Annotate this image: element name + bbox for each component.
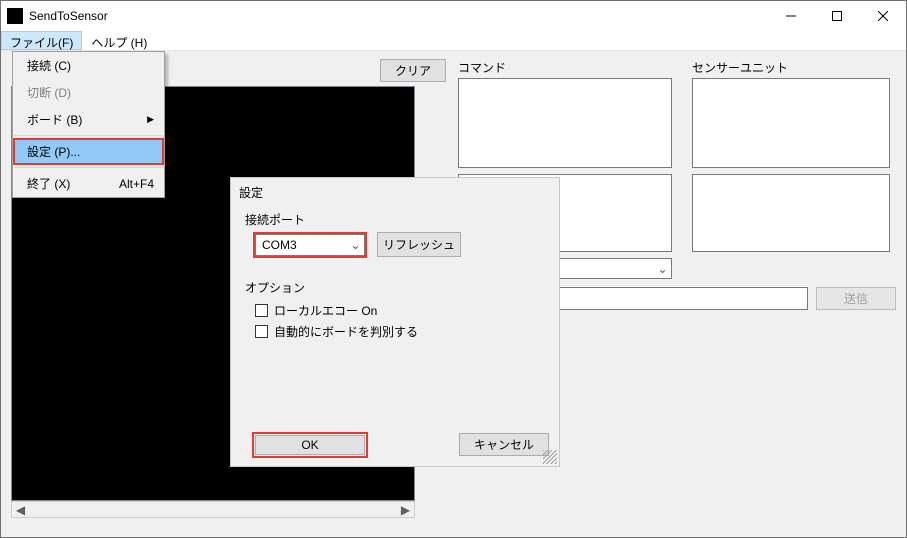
cancel-button[interactable]: キャンセル [459, 433, 549, 456]
close-button[interactable] [860, 1, 906, 31]
checkbox-icon [255, 325, 268, 338]
checkbox-auto-detect[interactable]: 自動的にボードを判別する [255, 323, 559, 340]
dialog-title: 設定 [231, 178, 559, 211]
checkbox-local-echo[interactable]: ローカルエコー On [255, 302, 559, 319]
minimize-button[interactable] [768, 1, 814, 31]
titlebar: SendToSensor [1, 1, 906, 31]
port-combo[interactable]: COM3 ⌄ [255, 234, 365, 256]
chevron-down-icon: ⌄ [654, 259, 671, 278]
settings-dialog: 設定 接続ポート COM3 ⌄ リフレッシュ オプション ローカルエコー On … [230, 177, 560, 467]
command-list[interactable] [458, 78, 672, 168]
menu-separator [14, 135, 163, 136]
submenu-arrow-icon: ▶ [147, 114, 154, 125]
menu-file[interactable]: ファイル(F) [1, 31, 82, 50]
sensor-detail[interactable] [692, 174, 890, 252]
resize-grip-icon[interactable] [543, 450, 557, 464]
close-icon [878, 11, 888, 21]
menu-item-disconnect[interactable]: 切断 (D) [13, 79, 164, 106]
send-button[interactable]: 送信 [816, 287, 896, 310]
maximize-button[interactable] [814, 1, 860, 31]
scroll-left-icon[interactable]: ◀ [12, 502, 29, 517]
port-value: COM3 [256, 238, 347, 252]
app-icon [7, 8, 23, 24]
refresh-button[interactable]: リフレッシュ [377, 232, 461, 257]
window-title: SendToSensor [29, 9, 768, 23]
sensor-label: センサーユニット [692, 59, 890, 76]
port-group-label: 接続ポート [245, 211, 559, 228]
maximize-icon [832, 11, 842, 21]
sensor-list[interactable] [692, 78, 890, 168]
file-menu-popup: 接続 (C) 切断 (D) ボード (B) ▶ 設定 (P)... 終了 (X)… [12, 51, 165, 198]
menu-separator [14, 167, 163, 168]
minimize-icon [786, 11, 796, 21]
ok-button[interactable]: OK [255, 435, 365, 455]
menu-item-settings[interactable]: 設定 (P)... [13, 138, 164, 165]
command-label: コマンド [458, 59, 672, 76]
checkbox-icon [255, 304, 268, 317]
app-window: SendToSensor ファイル(F) ヘルプ (H) クリア ◀ [0, 0, 907, 538]
menu-help[interactable]: ヘルプ (H) [82, 31, 156, 50]
menu-item-exit[interactable]: 終了 (X) Alt+F4 [13, 170, 164, 197]
chevron-down-icon: ⌄ [347, 235, 364, 255]
menu-item-connect[interactable]: 接続 (C) [13, 52, 164, 79]
menu-item-board[interactable]: ボード (B) ▶ [13, 106, 164, 133]
scroll-right-icon[interactable]: ▶ [397, 502, 414, 517]
options-group-label: オプション [245, 279, 559, 296]
clear-button[interactable]: クリア [380, 59, 446, 82]
menubar: ファイル(F) ヘルプ (H) [1, 31, 906, 51]
console-hscrollbar[interactable]: ◀ ▶ [11, 501, 415, 518]
